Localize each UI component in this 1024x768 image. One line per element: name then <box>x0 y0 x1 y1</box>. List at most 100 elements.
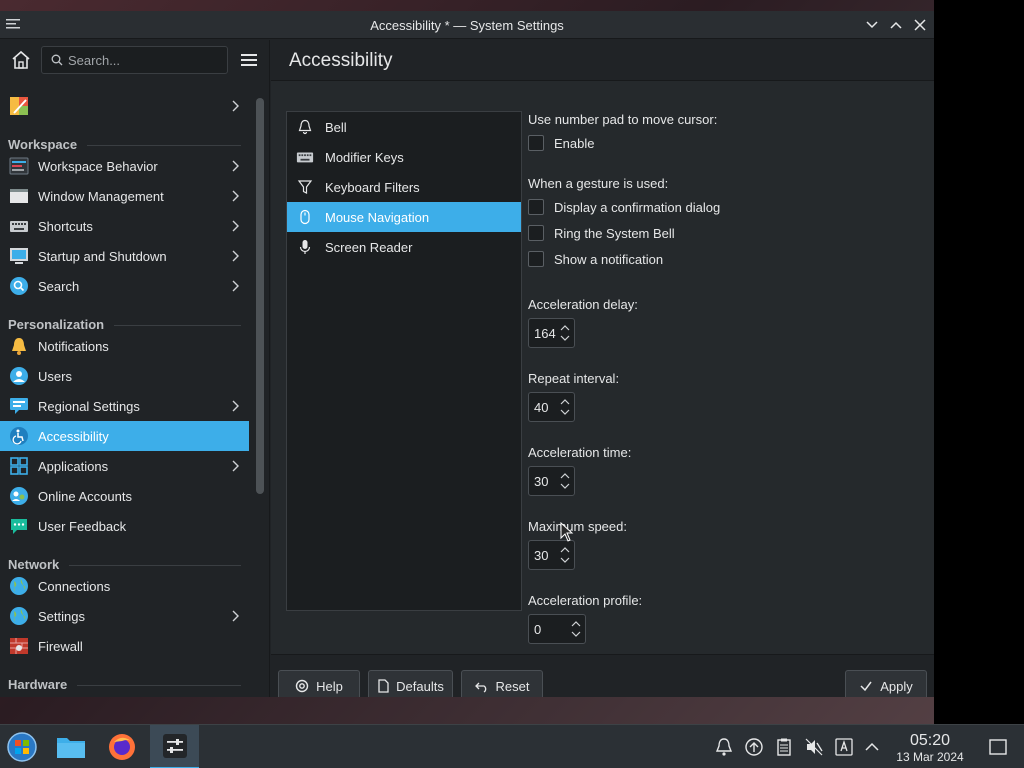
checkbox-box[interactable] <box>528 135 544 151</box>
sidebar-item-startup-and-shutdown[interactable]: Startup and Shutdown <box>0 241 249 271</box>
start-orb-icon <box>7 732 37 762</box>
sidebar-item-shortcuts[interactable]: Shortcuts <box>0 211 249 241</box>
sidebar-item-colors[interactable] <box>0 91 249 121</box>
minimize-icon[interactable] <box>864 17 880 33</box>
show-notification-label: Show a notification <box>554 251 664 267</box>
notifications-tray-icon[interactable] <box>714 737 734 757</box>
globe-icon <box>8 575 30 597</box>
show-notification-checkbox[interactable]: Show a notification <box>528 251 663 267</box>
module-item-bell[interactable]: Bell <box>287 112 521 142</box>
sidebar-item-window-management[interactable]: Window Management <box>0 181 249 211</box>
clock-date[interactable]: 13 Mar 2024 <box>884 750 976 764</box>
defaults-button[interactable]: Defaults <box>368 670 453 697</box>
sidebar-item-label: Connections <box>38 578 111 594</box>
show-desktop-icon[interactable] <box>988 737 1008 757</box>
module-item-mouse-navigation[interactable]: Mouse Navigation <box>287 202 521 232</box>
checkbox-box[interactable] <box>528 251 544 267</box>
module-item-screen-reader[interactable]: Screen Reader <box>287 232 521 262</box>
sidebar-item-search[interactable]: Search <box>0 271 249 301</box>
spin-arrows-icon[interactable] <box>560 398 570 416</box>
sidebar-item-label: Window Management <box>38 188 164 204</box>
ring-bell-checkbox[interactable]: Ring the System Bell <box>528 225 675 241</box>
maximum-speed-spinbox[interactable]: 30 <box>528 540 575 570</box>
sidebar-item-label: Settings <box>38 608 85 624</box>
taskbar-system-settings[interactable] <box>150 725 199 768</box>
numpad-label: Use number pad to move cursor: <box>528 112 718 127</box>
help-button[interactable]: Help <box>278 670 360 697</box>
system-settings-window: Accessibility * — System Settings Worksp… <box>0 11 934 697</box>
feedback-icon <box>8 515 30 537</box>
maximum-speed-value: 30 <box>534 548 549 563</box>
sidebar-item-label: Startup and Shutdown <box>38 248 167 264</box>
confirmation-dialog-checkbox[interactable]: Display a confirmation dialog <box>528 199 720 215</box>
acceleration-profile-value: 0 <box>534 622 542 637</box>
content-area: Bell Modifier Keys Keyboard Filters Mouse N… <box>271 81 934 654</box>
bell-icon <box>8 335 30 357</box>
sidebar-item-user-feedback[interactable]: User Feedback <box>0 511 249 541</box>
start-menu-button[interactable] <box>0 725 44 768</box>
search-input[interactable] <box>68 51 223 69</box>
module-item-keyboard-filters[interactable]: Keyboard Filters <box>287 172 521 202</box>
tray-expand-icon[interactable] <box>862 737 882 757</box>
online-accounts-icon <box>8 485 30 507</box>
enable-checkbox[interactable]: Enable <box>528 135 594 151</box>
sidebar-scrollbar[interactable] <box>256 98 264 494</box>
sidebar-category: Workspace <box>0 121 249 152</box>
close-icon[interactable] <box>912 17 928 33</box>
spin-arrows-icon[interactable] <box>560 546 570 564</box>
sidebar-item-accessibility[interactable]: Accessibility <box>0 421 249 451</box>
hamburger-menu-icon[interactable] <box>238 49 260 71</box>
search-field[interactable] <box>41 46 228 74</box>
accessibility-module-list: Bell Modifier Keys Keyboard Filters Mouse N… <box>286 111 522 611</box>
chevron-right-icon <box>232 610 239 622</box>
repeat-interval-spinbox[interactable]: 40 <box>528 392 575 422</box>
maximize-icon[interactable] <box>888 17 904 33</box>
desktop-background <box>934 0 1024 724</box>
module-item-label: Bell <box>325 119 347 135</box>
checkbox-box[interactable] <box>528 225 544 241</box>
home-icon[interactable] <box>8 47 34 73</box>
sidebar-item-connections[interactable]: Connections <box>0 571 249 601</box>
updates-tray-icon[interactable] <box>744 737 764 757</box>
sidebar-item-label: Applications <box>38 458 109 474</box>
sidebar-item-applications[interactable]: Applications <box>0 451 249 481</box>
taskbar-firefox[interactable] <box>100 725 144 768</box>
acceleration-delay-value: 164 <box>534 326 556 341</box>
sidebar-item-label: User Feedback <box>38 518 127 534</box>
clipboard-tray-icon[interactable] <box>774 737 794 757</box>
spin-arrows-icon[interactable] <box>560 324 570 342</box>
sidebar-item-label: Accessibility <box>38 428 109 444</box>
sidebar-item-workspace-behavior[interactable]: Workspace Behavior <box>0 151 249 181</box>
chevron-right-icon <box>232 400 239 412</box>
sidebar-category: Hardware <box>0 661 249 692</box>
acceleration-time-value: 30 <box>534 474 549 489</box>
category-divider <box>69 565 241 566</box>
apply-button[interactable]: Apply <box>845 670 927 697</box>
sidebar-item-notifications[interactable]: Notifications <box>0 331 249 361</box>
sidebar-item-settings[interactable]: Settings <box>0 601 249 631</box>
clock-time[interactable]: 05:20 <box>890 732 970 750</box>
filter-icon <box>296 178 314 196</box>
sidebar-item-firewall[interactable]: Firewall <box>0 631 249 661</box>
volume-muted-tray-icon[interactable] <box>804 737 824 757</box>
module-item-label: Keyboard Filters <box>325 179 420 195</box>
taskbar-file-manager[interactable] <box>50 725 92 768</box>
confirmation-dialog-label: Display a confirmation dialog <box>554 199 721 215</box>
reset-button[interactable]: Reset <box>461 670 543 697</box>
colors-icon <box>8 95 30 117</box>
acceleration-delay-spinbox[interactable]: 164 <box>528 318 575 348</box>
category-divider <box>114 325 241 326</box>
spin-arrows-icon[interactable] <box>571 620 581 638</box>
keyboard-layout-tray-icon[interactable] <box>834 737 854 757</box>
maximum-speed-label: Maximum speed: <box>528 519 627 534</box>
spin-arrows-icon[interactable] <box>560 472 570 490</box>
sidebar-item-users[interactable]: Users <box>0 361 249 391</box>
sidebar-category: Network <box>0 541 249 572</box>
globe-icon <box>8 605 30 627</box>
sidebar-item-online-accounts[interactable]: Online Accounts <box>0 481 249 511</box>
acceleration-time-spinbox[interactable]: 30 <box>528 466 575 496</box>
module-item-modifier-keys[interactable]: Modifier Keys <box>287 142 521 172</box>
checkbox-box[interactable] <box>528 199 544 215</box>
sidebar-item-regional-settings[interactable]: Regional Settings <box>0 391 249 421</box>
acceleration-profile-spinbox[interactable]: 0 <box>528 614 586 644</box>
